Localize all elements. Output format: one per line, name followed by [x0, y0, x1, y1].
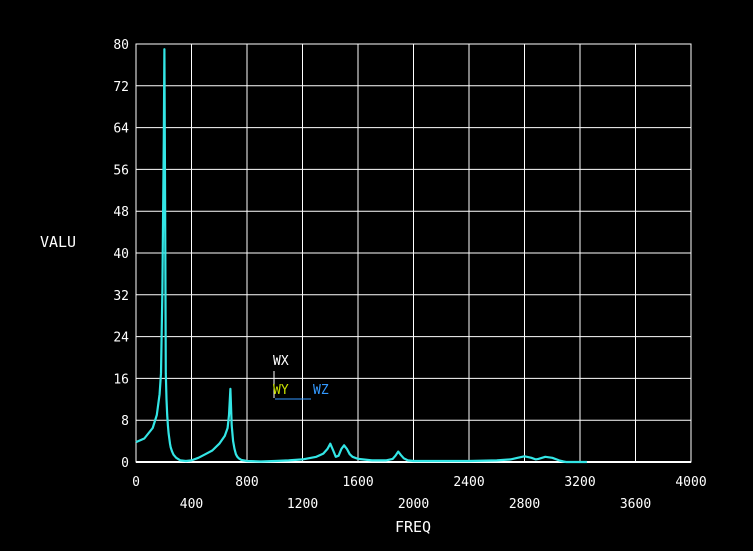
y-tick-label: 64	[113, 122, 129, 137]
x-tick-label: 4000	[675, 475, 706, 490]
legend: WX WY WZ	[273, 354, 329, 400]
y-tick-label: 40	[113, 247, 129, 262]
y-tick-label: 8	[121, 414, 129, 429]
x-tick-label: 2400	[453, 475, 484, 490]
x-tick-label: 800	[235, 475, 258, 490]
x-tick-label: 400	[180, 497, 203, 512]
y-tick-label: 24	[113, 331, 129, 346]
y-tick-label: 72	[113, 80, 129, 95]
x-tick-label: 2000	[398, 497, 429, 512]
y-tick-label: 0	[121, 456, 129, 471]
legend-label-wx: WX	[273, 354, 289, 369]
y-tick-label: 80	[113, 38, 129, 53]
x-tick-label: 3200	[564, 475, 595, 490]
x-tick-label: 0	[132, 475, 140, 490]
legend-label-wy: WY	[273, 383, 289, 398]
x-tick-label: 1600	[342, 475, 373, 490]
y-axis-title: VALU	[40, 233, 76, 251]
y-tick-label: 48	[113, 205, 129, 220]
y-tick-label: 16	[113, 372, 129, 387]
y-tick-label: 32	[113, 289, 129, 304]
tick-labels: 0816243240485664728004008001200160020002…	[113, 38, 706, 512]
y-tick-label: 56	[113, 163, 129, 178]
line-chart: 0816243240485664728004008001200160020002…	[40, 38, 707, 536]
x-tick-label: 3600	[620, 497, 651, 512]
chart-container: 0 8 16 24 32 40 48 56 64 72 80 0 400 800 1200 1600 2000 2…	[0, 0, 753, 547]
x-tick-label: 1200	[287, 497, 318, 512]
x-tick-label: 2800	[509, 497, 540, 512]
series	[135, 48, 587, 464]
x-axis-title: FREQ	[395, 518, 431, 536]
legend-label-wz: WZ	[313, 383, 329, 398]
grid	[135, 43, 692, 463]
series-line	[135, 48, 587, 464]
